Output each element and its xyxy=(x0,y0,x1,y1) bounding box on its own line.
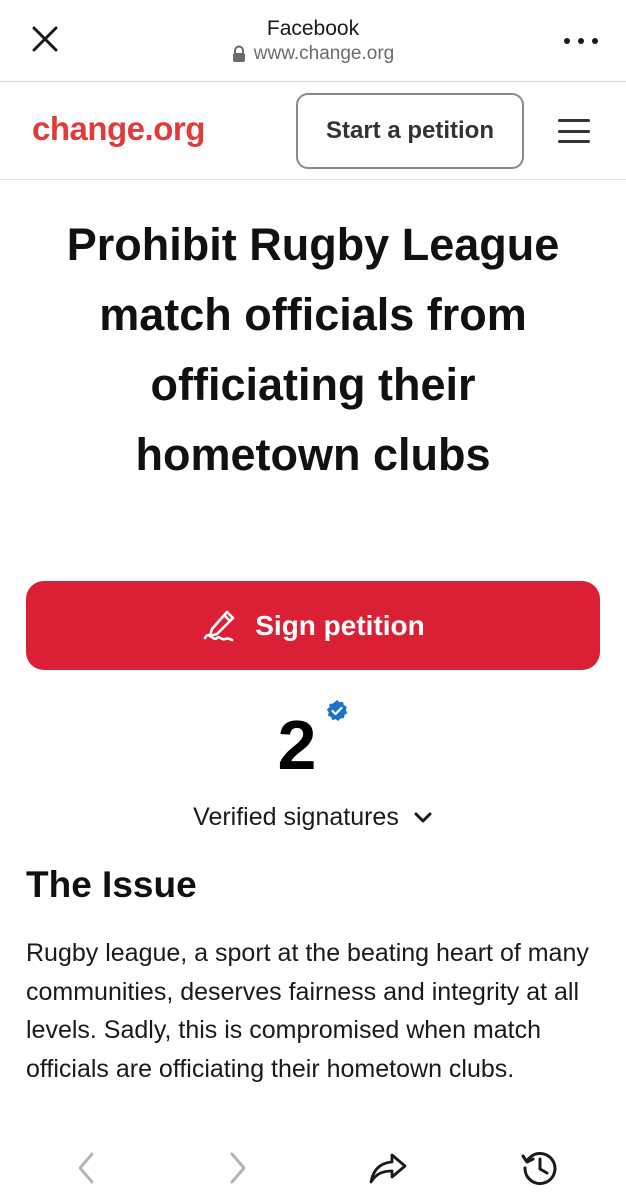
browser-bar: Facebook www.change.org xyxy=(0,0,626,82)
more-icon-dot xyxy=(564,38,570,44)
browser-url[interactable]: www.change.org xyxy=(232,42,394,66)
issue-body: Rugby league, a sport at the beating hea… xyxy=(26,939,589,1083)
verified-signatures-label: Verified signatures xyxy=(193,803,399,831)
start-petition-button[interactable]: Start a petition xyxy=(296,93,524,169)
sign-petition-label: Sign petition xyxy=(255,609,425,641)
page: Facebook www.change.org change.org Start… xyxy=(0,0,626,1200)
history-icon xyxy=(521,1152,557,1185)
site-header: change.org Start a petition xyxy=(0,82,626,180)
sign-petition-button[interactable]: Sign petition xyxy=(26,581,600,670)
verified-signatures-toggle[interactable]: Verified signatures xyxy=(0,803,626,832)
menu-line xyxy=(558,140,590,143)
chevron-down-icon xyxy=(414,812,432,822)
share-button[interactable] xyxy=(366,1146,410,1190)
more-icon-dot xyxy=(592,38,598,44)
pen-signature-icon xyxy=(203,610,235,641)
bottom-nav-bar xyxy=(0,1138,626,1200)
browser-title: Facebook xyxy=(266,17,360,40)
browser-title-area: Facebook www.change.org xyxy=(0,16,626,68)
history-button[interactable] xyxy=(518,1146,562,1190)
signature-count: 2 xyxy=(277,706,317,784)
menu-line xyxy=(558,129,590,133)
more-icon-dot xyxy=(578,38,584,44)
back-button[interactable] xyxy=(64,1146,108,1190)
more-button[interactable] xyxy=(564,34,598,48)
issue-heading: The Issue xyxy=(26,864,197,905)
verified-badge-icon xyxy=(326,700,348,721)
change-org-logo[interactable]: change.org xyxy=(32,110,205,148)
share-icon xyxy=(369,1153,407,1184)
forward-arrow-icon xyxy=(230,1152,246,1184)
petition-title: Prohibit Rugby League match officials fr… xyxy=(66,219,560,480)
forward-button[interactable] xyxy=(216,1146,260,1190)
hamburger-menu-icon[interactable] xyxy=(558,119,590,143)
browser-url-text: www.change.org xyxy=(253,43,395,64)
lock-icon xyxy=(232,45,245,62)
menu-line xyxy=(558,119,590,122)
back-arrow-icon xyxy=(78,1152,94,1184)
